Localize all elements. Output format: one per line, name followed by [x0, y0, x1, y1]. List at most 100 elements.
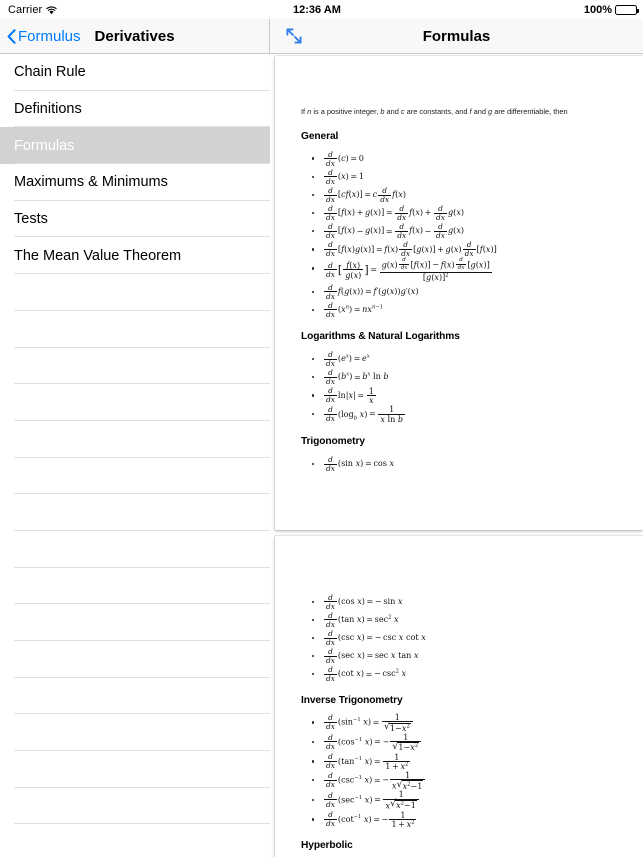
- row-separator: [14, 676, 270, 678]
- formula-item: d dx f(g(x)) = f′(g(x))g′(x): [312, 282, 617, 300]
- formula-item: d dx (c) = 0: [312, 149, 617, 167]
- sidebar-empty-row: [0, 457, 270, 495]
- sidebar-empty-row: [0, 384, 270, 421]
- formula-item: ddx(cos−1 x)=−11−x2: [312, 732, 617, 752]
- back-button-label: Formulus: [18, 27, 81, 45]
- sidebar-empty-row: [0, 604, 270, 641]
- formula-item: d dx (tan−1 x) = 1 1 + x2: [312, 752, 617, 771]
- row-separator: [14, 419, 270, 421]
- sidebar-item-the-mean-value-theorem[interactable]: The Mean Value Theorem: [0, 237, 270, 275]
- formula-item: d dx (sec x) = sec x tan x: [312, 646, 617, 664]
- sidebar-empty-row: [0, 567, 270, 605]
- formula-item: d dx (bx) = bx ln b: [312, 368, 617, 386]
- sidebar-item-label: Tests: [14, 211, 48, 228]
- document-scroll-area[interactable]: If n is a positive integer, b and c are …: [270, 54, 643, 857]
- row-separator: [14, 346, 270, 348]
- row-separator: [14, 823, 270, 825]
- formula-item: d dx ln|x| = 1 x: [312, 386, 617, 405]
- sidebar-item-label: Definitions: [14, 101, 82, 118]
- status-bar-right: 100%: [583, 3, 639, 16]
- sidebar-item-maximums-minimums[interactable]: Maximums & Minimums: [0, 164, 270, 201]
- sidebar-navbar: Formulus Derivatives: [0, 19, 269, 54]
- sidebar-empty-row: [0, 420, 270, 458]
- sidebar-empty-row: [0, 787, 270, 825]
- sidebar-empty-row: [0, 751, 270, 788]
- formula-list-general: d dx (c) = 0 d dx (x) = 1 d dx [cf(x)] = c d dx f(x) dd…: [312, 149, 617, 318]
- sidebar-empty-row: [0, 714, 270, 752]
- sidebar-item-chain-rule[interactable]: Chain Rule: [0, 54, 270, 91]
- sidebar-list: Chain Rule Definitions Formulas Maximums & …: [0, 54, 270, 857]
- formula-item: d dx (xn) = nxn−1: [312, 300, 617, 318]
- formula-item: d dx (logb x) = 1 x ln b: [312, 404, 617, 423]
- formula-item: d dx (cos x) = − sin x: [312, 592, 617, 610]
- status-bar: Carrier 12:36 AM 100%: [0, 0, 643, 19]
- sidebar-empty-row: [0, 677, 270, 715]
- sidebar-item-definitions[interactable]: Definitions: [0, 90, 270, 128]
- formula-item: d dx[f(x) g(x)] = g(x) d dx [f(x)] − f(x) d dx [g(x)…: [312, 258, 617, 281]
- sidebar: Formulus Derivatives Chain Rule Definitio…: [0, 19, 270, 857]
- sidebar-item-tests[interactable]: Tests: [0, 200, 270, 238]
- row-separator: [14, 603, 270, 605]
- row-separator: [14, 383, 270, 385]
- formula-item: d dx [cf(x)] = c d dx f(x): [312, 185, 617, 203]
- chevron-left-icon: [7, 28, 16, 44]
- sidebar-empty-row: [0, 274, 270, 311]
- section-heading-logarithms: Logarithms & Natural Logarithms: [301, 331, 460, 343]
- battery-full-icon: [615, 4, 639, 15]
- formula-item: d dx (cot x) = − csc2 x: [312, 665, 617, 683]
- sidebar-empty-row: [0, 347, 270, 385]
- sidebar-empty-row: [0, 641, 270, 678]
- sidebar-item-label: Maximums & Minimums: [14, 174, 168, 191]
- row-separator: [14, 640, 270, 641]
- row-separator: [14, 566, 270, 568]
- detail-title: Formulas: [422, 27, 491, 45]
- formula-item: d dx (cot−1 x) = −1 1 + x2: [312, 810, 617, 829]
- sidebar-title: Derivatives: [94, 27, 175, 45]
- sidebar-item-label: Chain Rule: [14, 64, 86, 81]
- formula-item: d dx (ex) = ex: [312, 349, 617, 367]
- document-page: d dx (cos x) = − sin x d dx (tan x) = sec2 x d dx…: [275, 536, 643, 857]
- formula-item: d dx (csc x) = − csc x cot x: [312, 628, 617, 646]
- section-heading-hyperbolic: Hyperbolic: [301, 840, 353, 852]
- row-separator: [14, 529, 270, 531]
- section-heading-trigonometry: Trigonometry: [301, 436, 365, 448]
- detail-navbar: Formulas: [270, 19, 643, 54]
- sidebar-empty-row: [0, 824, 270, 857]
- formula-item: d dx (tan x) = sec2 x: [312, 610, 617, 628]
- clock-label: 12:36 AM: [293, 3, 341, 16]
- sidebar-item-formulas[interactable]: Formulas: [0, 127, 270, 165]
- formula-item: d dx [f(x) − g(x)] = d dx f(x) − d dx g(x): [312, 222, 617, 240]
- section-heading-general: General: [301, 130, 339, 142]
- formula-list-trigonometry-continued: d dx (cos x) = − sin x d dx (tan x) = sec2 x d dx…: [312, 592, 617, 683]
- formula-item: ddx(csc−1 x)=−1xx2−1: [312, 771, 617, 791]
- row-separator: [14, 273, 270, 275]
- intro-paragraph: If n is a positive integer, b and c are …: [301, 107, 568, 116]
- sidebar-empty-row: [0, 310, 270, 348]
- sidebar-item-label: Formulas: [14, 137, 75, 154]
- formula-item: ddx(sin−1 x)=11−x2: [312, 713, 617, 733]
- expand-arrows-icon[interactable]: [284, 26, 304, 46]
- battery-percent-label: 100%: [583, 3, 612, 16]
- row-separator: [14, 786, 270, 788]
- back-button[interactable]: Formulus: [7, 28, 81, 45]
- carrier-label: Carrier: [8, 3, 43, 16]
- app-root: Carrier 12:36 AM 100% Formulus Derivativ…: [0, 0, 643, 857]
- row-separator: [14, 713, 270, 715]
- detail-panel: Formulas If n is a positive integer, b a…: [270, 19, 643, 857]
- row-separator: [14, 456, 270, 458]
- formula-list-trigonometry: d dx (sin x) = cos x: [312, 454, 617, 472]
- formula-item: d dx (sin x) = cos x: [312, 454, 617, 472]
- formula-list-logarithms: d dx (ex) = ex d dx (bx) = bx ln b d dx ln|x| = 1 x d…: [312, 349, 617, 423]
- row-separator: [14, 493, 270, 495]
- sidebar-item-label: The Mean Value Theorem: [14, 247, 182, 264]
- formula-list-inverse-trigonometry: ddx(sin−1 x)=11−x2 ddx(cos−1 x)=−11−x2 d…: [312, 713, 617, 829]
- row-separator: [14, 750, 270, 752]
- row-separator: [14, 309, 270, 311]
- formula-item: ddx(sec−1 x)=1xx2−1: [312, 790, 617, 810]
- formula-item: d dx [f(x) + g(x)] = d dx f(x) + d dx g(x): [312, 203, 617, 221]
- status-bar-left: Carrier: [8, 4, 57, 16]
- document-page: If n is a positive integer, b and c are …: [275, 56, 643, 530]
- sidebar-empty-row: [0, 530, 270, 568]
- formula-item: d dx [f(x)g(x)] = f(x) d dx [g(x)] + g(x) d dx [f(x)…: [312, 240, 617, 258]
- sidebar-empty-row: [0, 494, 270, 531]
